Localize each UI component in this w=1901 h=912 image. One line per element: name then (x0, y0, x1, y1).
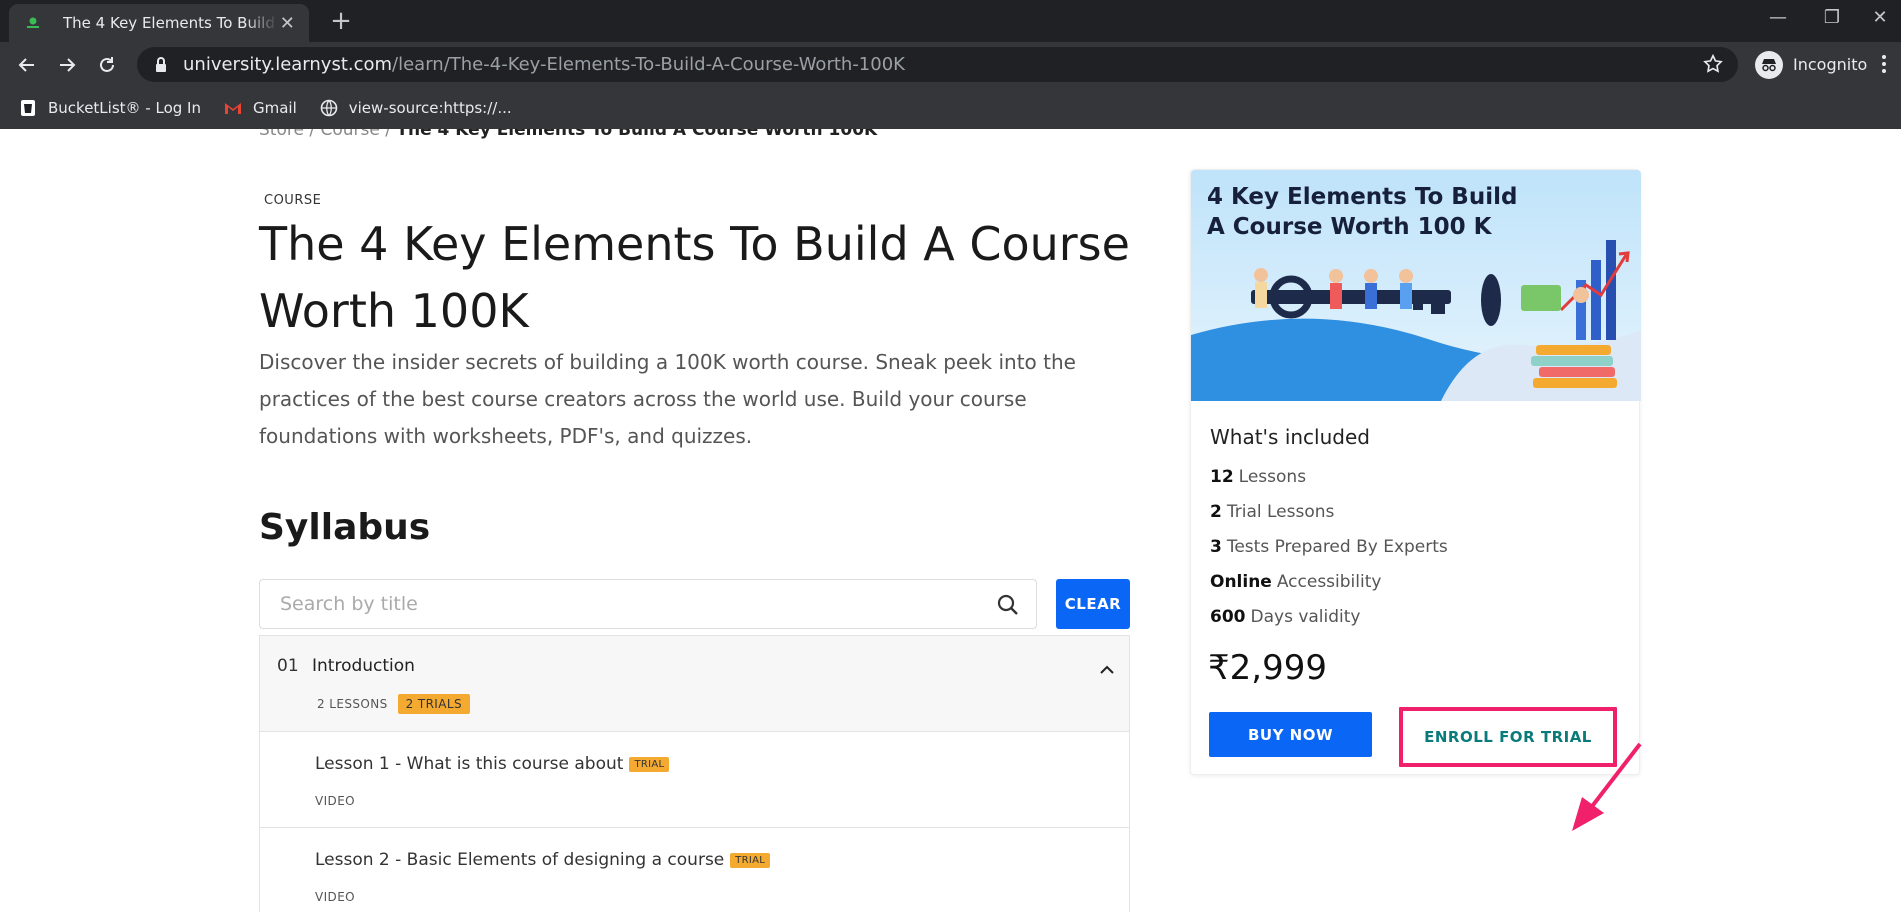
section-title: Introduction (312, 656, 415, 676)
tab-bar: The 4 Key Elements To Build A Course Wor… (0, 0, 1901, 42)
profile-label: Incognito (1793, 55, 1868, 74)
syllabus-search (259, 579, 1037, 629)
page-title: The 4 Key Elements To Build A Course Wor… (259, 217, 1130, 338)
search-input[interactable] (280, 593, 960, 615)
bucketlist-icon (18, 98, 38, 118)
syllabus-accordion: 01 Introduction 2 LESSONS 2 TRIALS Lesso… (259, 635, 1130, 912)
course-price: ₹2,999 (1208, 648, 1327, 688)
chevron-up-icon[interactable] (1097, 660, 1117, 680)
list-item: 12 Lessons (1210, 467, 1307, 487)
course-eyebrow: COURSE (264, 193, 322, 208)
trial-badge: TRIAL (730, 852, 771, 868)
address-bar[interactable]: university.learnyst.com/learn/The-4-Key-… (137, 47, 1738, 82)
incognito-icon (1755, 50, 1783, 79)
breadcrumb: Store / Course / The 4 Key Elements To B… (259, 129, 877, 140)
site-favicon-icon (27, 17, 39, 28)
forward-icon[interactable] (52, 50, 82, 80)
annotation-arrow-icon (1572, 742, 1642, 831)
buy-now-button[interactable]: BUY NOW (1209, 712, 1372, 757)
bookmark-gmail[interactable]: Gmail (223, 98, 297, 118)
breadcrumb-course[interactable]: Course (320, 129, 379, 140)
close-window-icon[interactable]: ✕ (1860, 4, 1900, 32)
breadcrumb-store[interactable]: Store (259, 129, 304, 140)
gmail-icon (223, 98, 243, 118)
included-list: 12 Lessons 2 Trial Lessons 3 Tests Prepared… (1210, 460, 1448, 635)
lesson-item[interactable]: Lesson 2 - Basic Elements of designing a… (260, 828, 1129, 912)
list-item: 600 Days validity (1210, 607, 1361, 627)
course-card: 4 Key Elements To Build A Course Worth 1… (1190, 169, 1641, 775)
url-host: university.learnyst.com (183, 54, 393, 75)
minimize-icon[interactable]: — (1758, 4, 1798, 32)
lesson-title: Lesson 1 - What is this course about (315, 754, 624, 774)
browser-chrome: The 4 Key Elements To Build A Course Wor… (0, 0, 1901, 129)
lock-icon (156, 56, 166, 72)
lesson-type: VIDEO (315, 794, 356, 808)
section-meta: 2 LESSONS 2 TRIALS (317, 694, 470, 714)
course-thumbnail: 4 Key Elements To Build A Course Worth 1… (1191, 170, 1641, 401)
reload-icon[interactable] (92, 50, 122, 80)
bookmark-bucketlist[interactable]: BucketList® - Log In (18, 98, 201, 118)
thumbnail-title: 4 Key Elements To Build A Course Worth 1… (1207, 184, 1518, 240)
lesson-item[interactable]: Lesson 1 - What is this course about TRI… (260, 732, 1129, 828)
list-item: 2 Trial Lessons (1210, 502, 1335, 522)
tab-title: The 4 Key Elements To Build A Course Wor… (63, 14, 278, 32)
section-number: 01 (277, 656, 299, 676)
list-item: Online Accessibility (1210, 572, 1382, 592)
course-description: Discover the insider secrets of building… (259, 350, 1076, 448)
url-path: /learn/The-4-Key-Elements-To-Build-A-Cou… (392, 54, 905, 75)
bookmarks-bar: BucketList® - Log In Gmail view-source:h… (0, 87, 1901, 129)
breadcrumb-current: The 4 Key Elements To Build A Course Wor… (396, 129, 878, 140)
lesson-type: VIDEO (315, 890, 356, 904)
section-header[interactable]: 01 Introduction 2 LESSONS 2 TRIALS (260, 636, 1129, 732)
new-tab-icon[interactable]: + (326, 7, 356, 35)
incognito-indicator[interactable]: Incognito (1755, 47, 1867, 82)
browser-toolbar: university.learnyst.com/learn/The-4-Key-… (0, 42, 1901, 87)
browser-tab[interactable]: The 4 Key Elements To Build A Course Wor… (9, 4, 309, 42)
page-content: Store / Course / The 4 Key Elements To B… (0, 129, 1901, 912)
bookmark-star-icon[interactable] (1702, 53, 1724, 75)
menu-kebab-icon[interactable] (1880, 53, 1888, 75)
syllabus-heading: Syllabus (259, 507, 431, 548)
clear-button[interactable]: CLEAR (1056, 579, 1130, 629)
search-icon[interactable] (996, 593, 1020, 617)
tab-close-icon[interactable]: ✕ (278, 13, 298, 34)
back-icon[interactable] (12, 50, 42, 80)
lesson-title: Lesson 2 - Basic Elements of designing a… (315, 850, 725, 870)
included-heading: What's included (1210, 425, 1370, 449)
globe-icon (319, 98, 339, 118)
list-item: 3 Tests Prepared By Experts (1210, 537, 1448, 557)
bookmark-view-source[interactable]: view-source:https://... (319, 98, 512, 118)
trial-badge: TRIAL (629, 756, 670, 772)
lessons-count: 2 LESSONS (317, 697, 388, 711)
restore-icon[interactable]: ❐ (1812, 4, 1852, 32)
trials-badge: 2 TRIALS (397, 694, 470, 714)
